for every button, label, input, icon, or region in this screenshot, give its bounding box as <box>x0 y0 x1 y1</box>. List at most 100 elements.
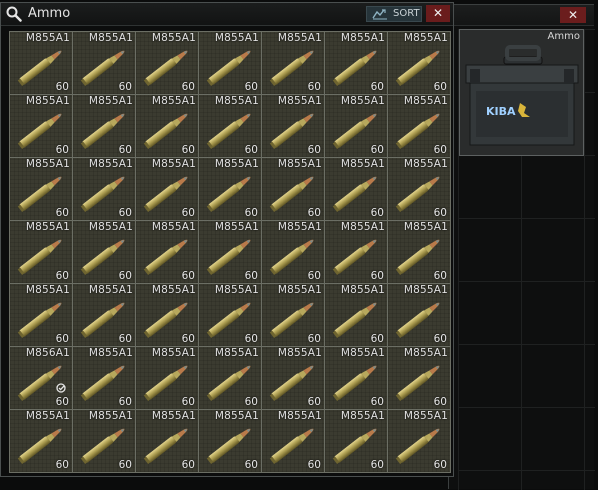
ammo-name: M855A1 <box>277 32 322 44</box>
ammo-name: M855A1 <box>340 347 385 359</box>
ammo-count: 60 <box>307 144 321 156</box>
ammo-name: M855A1 <box>214 95 259 107</box>
ammo-count: 60 <box>55 270 69 282</box>
ammo-cell[interactable]: M855A1 60 <box>199 32 262 95</box>
ammo-cell[interactable]: M855A1 60 <box>73 284 136 347</box>
ammo-cell[interactable]: M855A1 60 <box>136 32 199 95</box>
ammo-count: 60 <box>55 207 69 219</box>
ammo-name: M855A1 <box>25 158 70 170</box>
ammo-count: 60 <box>307 396 321 408</box>
ammo-cell[interactable]: M855A1 60 <box>136 284 199 347</box>
kiba-logo-text: KIBA <box>486 105 516 118</box>
ammo-name: M855A1 <box>403 221 448 233</box>
ammo-cell[interactable]: M855A1 60 <box>325 410 388 473</box>
ammo-cell[interactable]: M855A1 60 <box>388 32 451 95</box>
ammo-cell[interactable]: M855A1 60 <box>10 158 73 221</box>
ammo-count: 60 <box>370 144 384 156</box>
ammo-cell[interactable]: M855A1 60 <box>136 95 199 158</box>
ammo-count: 60 <box>55 81 69 93</box>
ammo-cell[interactable]: M855A1 60 <box>325 284 388 347</box>
ammo-count: 60 <box>307 333 321 345</box>
ammo-count: 60 <box>244 81 258 93</box>
ammo-cell[interactable]: M855A1 60 <box>325 221 388 284</box>
ammo-cell[interactable]: M855A1 60 <box>325 32 388 95</box>
ammo-cell[interactable]: M855A1 60 <box>73 95 136 158</box>
ammo-cell[interactable]: M855A1 60 <box>10 284 73 347</box>
ammo-count: 60 <box>181 396 195 408</box>
ammo-name: M855A1 <box>88 221 133 233</box>
search-icon[interactable] <box>6 6 22 22</box>
ammo-cell[interactable]: M855A1 60 <box>388 158 451 221</box>
ammo-cell[interactable]: M855A1 60 <box>136 158 199 221</box>
ammo-count: 60 <box>244 333 258 345</box>
sort-label: SORT <box>393 8 420 19</box>
ammo-cell[interactable]: M855A1 60 <box>325 95 388 158</box>
ammo-cell[interactable]: M855A1 60 <box>10 410 73 473</box>
ammo-count: 60 <box>244 396 258 408</box>
container-titlebar[interactable]: ✕ <box>449 5 594 26</box>
ammo-box-item[interactable]: Ammo KIBA <box>459 29 584 156</box>
ammo-count: 60 <box>118 459 132 471</box>
ammo-count: 60 <box>181 207 195 219</box>
stash-titlebar[interactable]: Ammo SORT ✕ <box>1 3 453 26</box>
ammo-cell[interactable]: M855A1 60 <box>199 221 262 284</box>
ammo-cell[interactable]: M855A1 60 <box>262 95 325 158</box>
ammo-cell[interactable]: M855A1 60 <box>73 347 136 410</box>
ammo-cell[interactable]: M856A1 60 <box>10 347 73 410</box>
ammo-cell[interactable]: M855A1 60 <box>73 410 136 473</box>
container-close-button[interactable]: ✕ <box>560 7 586 23</box>
ammo-name: M855A1 <box>403 410 448 422</box>
ammo-cell[interactable]: M855A1 60 <box>10 32 73 95</box>
ammo-count: 60 <box>433 333 447 345</box>
ammo-name: M855A1 <box>88 410 133 422</box>
ammo-cell[interactable]: M855A1 60 <box>262 410 325 473</box>
ammo-cell[interactable]: M855A1 60 <box>388 95 451 158</box>
ammo-cell[interactable]: M855A1 60 <box>262 284 325 347</box>
stash-window: Ammo SORT ✕ M855A1 60 M855A1 60 M855A1 60 M855… <box>0 2 454 477</box>
ammo-count: 60 <box>370 207 384 219</box>
ammo-cell[interactable]: M855A1 60 <box>136 347 199 410</box>
ammo-count: 60 <box>55 396 69 408</box>
ammo-cell[interactable]: M855A1 60 <box>262 347 325 410</box>
ammo-cell[interactable]: M855A1 60 <box>388 410 451 473</box>
ammo-cell[interactable]: M855A1 60 <box>199 347 262 410</box>
ammo-cell[interactable]: M855A1 60 <box>262 221 325 284</box>
ammo-count: 60 <box>307 207 321 219</box>
ammo-cell[interactable]: M855A1 60 <box>199 95 262 158</box>
ammo-count: 60 <box>370 270 384 282</box>
ammo-cell[interactable]: M855A1 60 <box>325 347 388 410</box>
ammo-name: M855A1 <box>277 284 322 296</box>
ammo-cell[interactable]: M855A1 60 <box>388 284 451 347</box>
ammo-cell[interactable]: M855A1 60 <box>262 32 325 95</box>
window-title: Ammo <box>28 6 71 21</box>
ammo-name: M855A1 <box>214 221 259 233</box>
ammo-name: M855A1 <box>88 95 133 107</box>
ammo-name: M855A1 <box>88 347 133 359</box>
ammo-cell[interactable]: M855A1 60 <box>10 95 73 158</box>
ammo-name: M855A1 <box>340 95 385 107</box>
ammo-name: M855A1 <box>151 284 196 296</box>
ammo-cell[interactable]: M855A1 60 <box>73 221 136 284</box>
ammo-cell[interactable]: M855A1 60 <box>73 32 136 95</box>
ammo-name: M855A1 <box>277 95 322 107</box>
ammo-count: 60 <box>55 459 69 471</box>
ammo-cell[interactable]: M855A1 60 <box>10 221 73 284</box>
ammo-box-name: Ammo <box>547 31 580 42</box>
ammo-count: 60 <box>244 459 258 471</box>
ammo-cell[interactable]: M855A1 60 <box>199 410 262 473</box>
ammo-cell[interactable]: M855A1 60 <box>199 158 262 221</box>
ammo-cell[interactable]: M855A1 60 <box>136 410 199 473</box>
ammo-cell[interactable]: M855A1 60 <box>325 158 388 221</box>
ammo-cell[interactable]: M855A1 60 <box>73 158 136 221</box>
ammo-cell[interactable]: M855A1 60 <box>136 221 199 284</box>
ammo-name: M855A1 <box>151 410 196 422</box>
ammo-cell[interactable]: M855A1 60 <box>199 284 262 347</box>
ammo-name: M855A1 <box>277 221 322 233</box>
ammo-cell[interactable]: M855A1 60 <box>388 221 451 284</box>
ammo-cell[interactable]: M855A1 60 <box>262 158 325 221</box>
ammo-count: 60 <box>433 270 447 282</box>
close-button[interactable]: ✕ <box>426 5 450 22</box>
sort-button[interactable]: SORT <box>366 6 422 22</box>
ammo-count: 60 <box>244 144 258 156</box>
ammo-cell[interactable]: M855A1 60 <box>388 347 451 410</box>
